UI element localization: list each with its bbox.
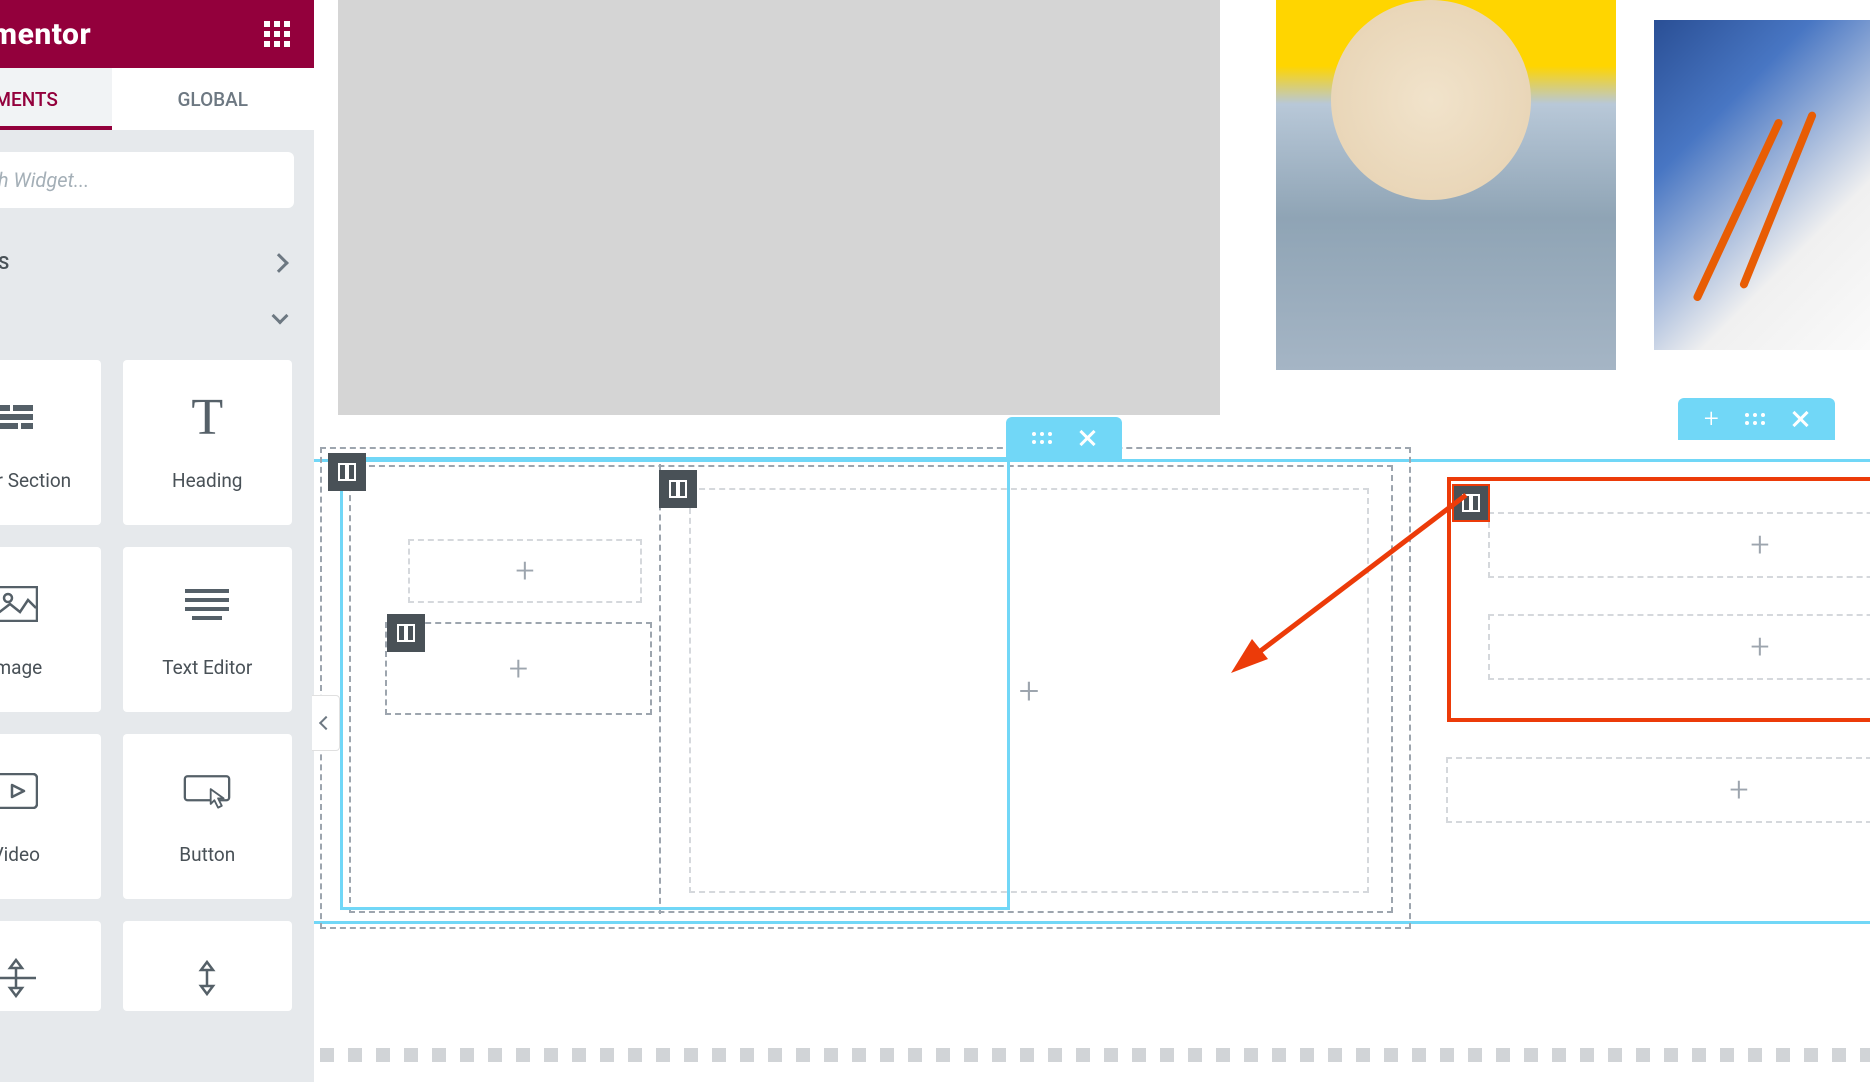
video-icon <box>0 767 40 815</box>
add-section-dropzone[interactable] <box>320 1048 1870 1062</box>
panel-collapse-button[interactable] <box>312 695 340 751</box>
category-favorites-header[interactable]: FAVORITES <box>0 230 314 296</box>
category-favorites-label: FAVORITES <box>0 253 9 274</box>
widget-button[interactable]: Button <box>123 734 293 899</box>
chevron-left-icon <box>318 716 332 730</box>
image-placeholder[interactable] <box>338 0 1220 415</box>
widget-grid: Inner Section T Heading Image <box>0 340 314 1031</box>
widget-label: Text Editor <box>162 656 252 679</box>
widget-video[interactable]: Video <box>0 734 101 899</box>
heading-icon: T <box>183 393 231 441</box>
column-handle[interactable] <box>328 453 366 491</box>
column-handle[interactable] <box>659 470 697 508</box>
panel-tabs: ELEMENTS GLOBAL <box>0 68 314 130</box>
widget-inner-section[interactable]: Inner Section <box>0 360 101 525</box>
add-widget-dropzone[interactable]: + <box>1446 757 1870 823</box>
chevron-right-icon <box>269 253 289 273</box>
column-handle[interactable] <box>387 614 425 652</box>
widget-heading[interactable]: T Heading <box>123 360 293 525</box>
tab-elements[interactable]: ELEMENTS <box>0 68 112 130</box>
widget-text-editor[interactable]: Text Editor <box>123 547 293 712</box>
inner-section-icon <box>0 393 40 441</box>
widget-label: Inner Section <box>0 469 71 492</box>
tab-global[interactable]: GLOBAL <box>112 68 315 130</box>
widget-divider[interactable] <box>0 921 101 1011</box>
section-controls-1 <box>1006 417 1122 459</box>
spacer-icon <box>183 954 231 1002</box>
widget-label: Image <box>0 656 42 679</box>
search-input[interactable] <box>0 152 294 208</box>
close-icon[interactable] <box>1078 429 1096 447</box>
widget-label: Button <box>179 843 235 866</box>
content-image-nurse[interactable] <box>1276 0 1616 370</box>
text-editor-icon <box>183 580 231 628</box>
section-controls-2: + <box>1678 398 1835 440</box>
search-wrap <box>0 130 314 230</box>
chevron-down-icon <box>272 308 289 325</box>
plus-icon[interactable]: + <box>1704 406 1719 432</box>
category-basic-header[interactable] <box>0 296 314 340</box>
apps-menu-icon[interactable] <box>264 21 290 47</box>
close-icon[interactable] <box>1791 410 1809 428</box>
brand-logo: elementor <box>0 17 91 52</box>
panel-header: elementor <box>0 0 314 68</box>
plus-icon: + <box>1729 770 1748 810</box>
content-image-dental-tools[interactable] <box>1654 20 1870 350</box>
button-icon <box>183 767 231 815</box>
widget-label: Video <box>0 843 40 866</box>
widget-label: Heading <box>172 469 242 492</box>
drag-handle-icon[interactable] <box>1745 413 1765 425</box>
widget-spacer[interactable] <box>123 921 293 1011</box>
widget-image[interactable]: Image <box>0 547 101 712</box>
column-handle[interactable] <box>1452 484 1490 522</box>
annotation-highlight-box <box>1447 477 1870 722</box>
drag-handle-icon[interactable] <box>1032 432 1052 444</box>
editor-canvas: + + + + <box>314 0 1870 1082</box>
column-selection-outline <box>340 457 1010 910</box>
divider-icon <box>0 954 40 1002</box>
elementor-panel: elementor ELEMENTS GLOBAL FAVORITES <box>0 0 314 1082</box>
image-icon <box>0 580 40 628</box>
